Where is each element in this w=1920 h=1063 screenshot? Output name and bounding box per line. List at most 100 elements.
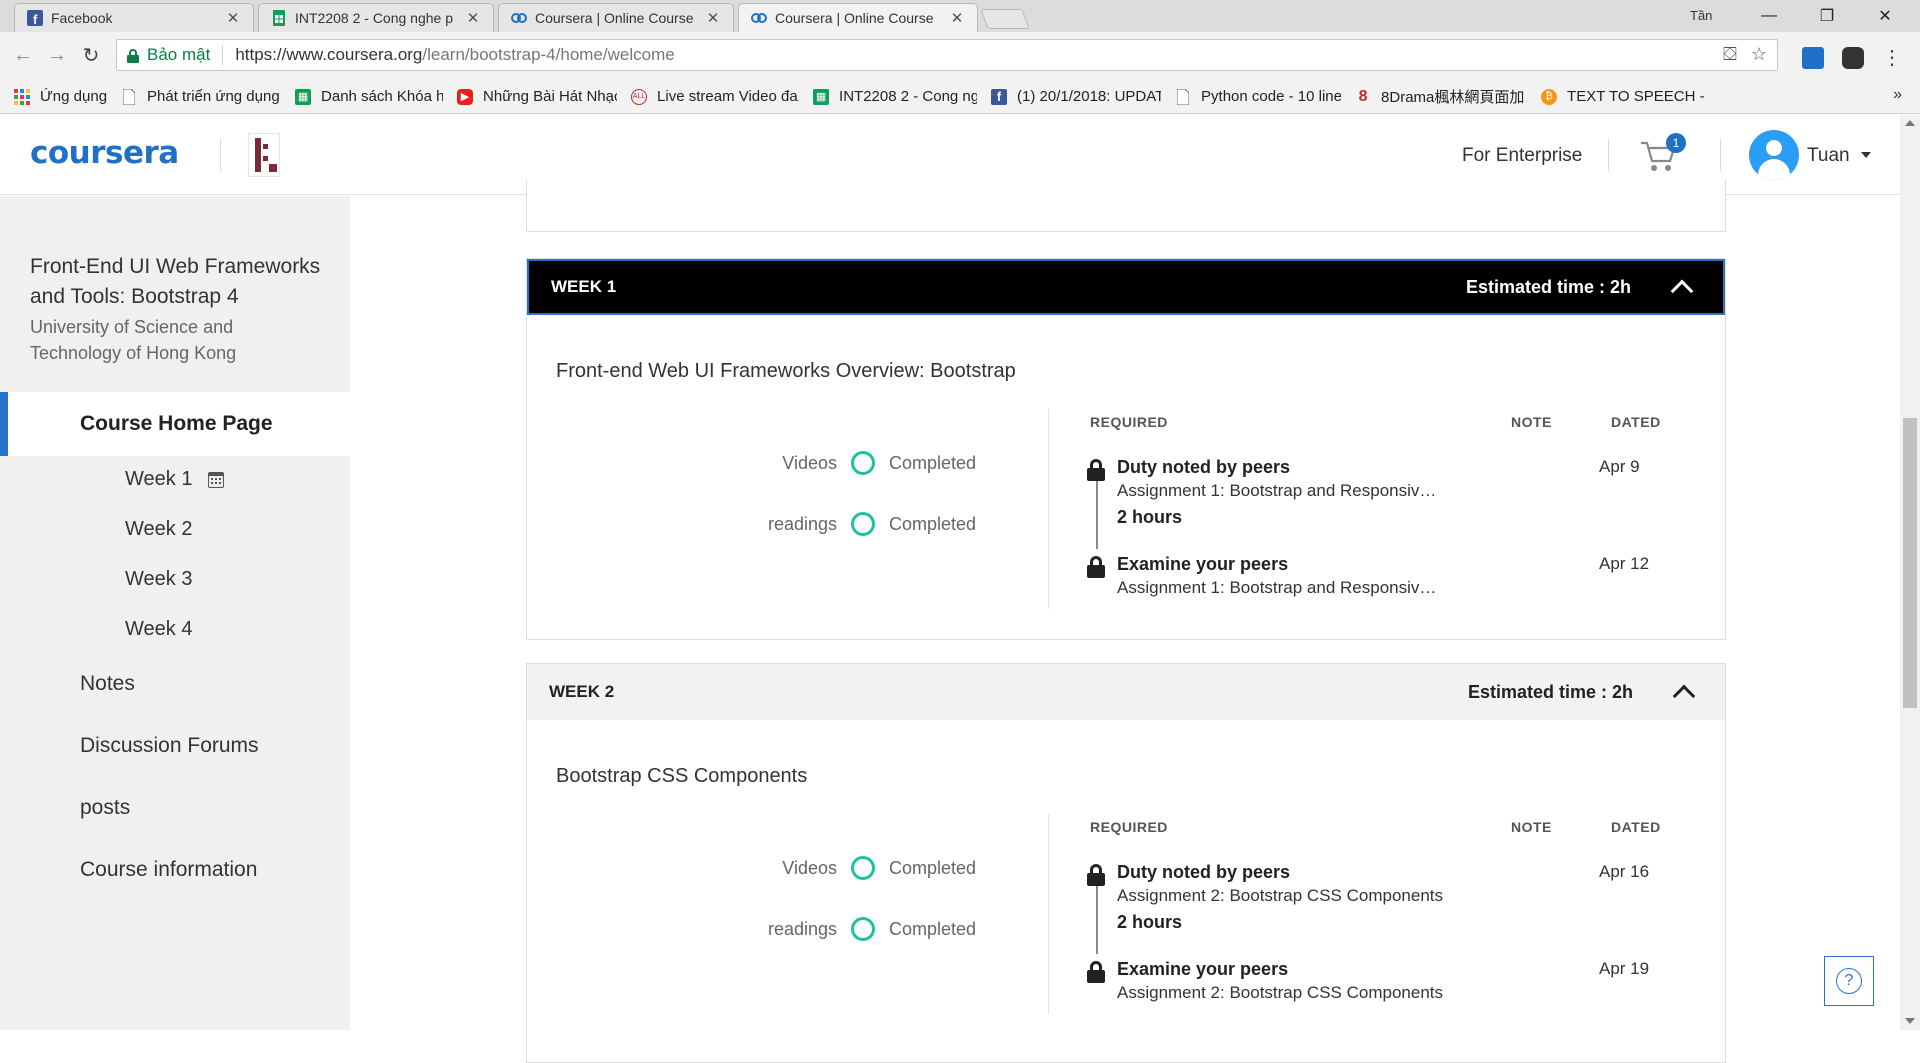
bookmark-item[interactable]: ▦ Danh sách Khóa học (295, 88, 443, 105)
close-icon[interactable]: ✕ (705, 9, 721, 27)
chevron-down-icon[interactable] (1861, 152, 1871, 158)
new-tab-button[interactable] (980, 9, 1030, 29)
url-path: /learn/bootstrap-4/home/welcome (422, 45, 675, 64)
sidebar-item-week-2[interactable]: Week 2 (125, 518, 192, 541)
back-icon[interactable]: ← (10, 42, 36, 68)
course-sidebar: Front-End UI Web Frameworks and Tools: B… (0, 196, 350, 1030)
column-header-dated: DATED (1611, 819, 1661, 835)
bookmark-label: INT2208 2 - Cong ng (839, 88, 978, 105)
sidebar-item-week-3[interactable]: Week 3 (125, 568, 192, 591)
module-title[interactable]: Bootstrap CSS Components (556, 765, 807, 788)
assignment-item[interactable]: Examine your peers Assignment 2: Bootstr… (1087, 959, 1649, 1009)
security-indicator[interactable]: Bảo mật (127, 45, 210, 65)
coursera-logo[interactable]: coursera (30, 135, 179, 171)
divider (1048, 814, 1049, 1014)
user-name[interactable]: Tuan (1807, 145, 1850, 167)
completed-ring-icon (851, 512, 875, 536)
help-button[interactable]: ? (1824, 956, 1874, 1006)
bookmark-item[interactable]: ▶ Những Bài Hát Nhạc (457, 88, 617, 105)
bookmark-item[interactable]: 8 8Drama楓林網頁面加 (1355, 86, 1527, 107)
star-icon[interactable]: ☆ (1751, 44, 1767, 65)
scroll-down-icon[interactable] (1905, 1018, 1915, 1024)
scroll-up-icon[interactable] (1905, 120, 1915, 126)
calendar-icon (208, 471, 225, 488)
progress-readings: readings Completed (757, 512, 976, 536)
assignment-hours: 2 hours (1117, 507, 1183, 527)
sidebar-item-course-home[interactable]: Course Home Page (0, 392, 350, 456)
scrollbar-thumb[interactable] (1903, 418, 1917, 708)
restore-icon[interactable]: ❐ (1804, 0, 1850, 32)
close-icon[interactable]: ✕ (225, 9, 241, 27)
progress-label: Videos (782, 857, 837, 878)
divider (220, 139, 221, 171)
previous-section-card (526, 180, 1726, 232)
translate-icon[interactable]: ⛋ (1723, 44, 1737, 65)
chevron-up-icon[interactable] (1673, 682, 1693, 702)
university-name: University of Science and Technology of … (30, 317, 237, 363)
reload-icon[interactable]: ↻ (78, 42, 104, 68)
progress-status: Completed (889, 857, 977, 878)
bookmark-item[interactable]: f (1) 20/1/2018: UPDAT (991, 88, 1161, 105)
browser-tab-sheets[interactable]: INT2208 2 - Cong nghe p ✕ (258, 3, 494, 32)
bookmark-item[interactable]: Python code - 10 line (1175, 88, 1341, 105)
extension-icon[interactable] (1802, 46, 1824, 69)
assignment-subtitle: Assignment 2: Bootstrap CSS Components (1117, 983, 1443, 1002)
lock-icon (1087, 961, 1105, 983)
address-bar[interactable]: Bảo mật https://www.coursera.org/learn/b… (116, 39, 1778, 71)
page-icon (1175, 88, 1191, 105)
minimize-icon[interactable]: — (1746, 0, 1792, 32)
youtube-icon: ▶ (457, 88, 474, 105)
module-title[interactable]: Front-end Web UI Frameworks Overview: Bo… (556, 360, 1016, 383)
browser-tab-coursera[interactable]: Coursera | Online Course ✕ (498, 3, 734, 32)
forward-icon[interactable]: → (44, 42, 70, 68)
assignment-title[interactable]: Examine your peers (1117, 554, 1288, 575)
sidebar-item-discussion-forums[interactable]: Discussion Forums (80, 734, 259, 758)
bookmark-item[interactable]: Phát triển ứng dụng v (121, 88, 281, 105)
bookmarks-more-icon[interactable]: » (1893, 86, 1902, 104)
bookmark-item[interactable]: ▦ INT2208 2 - Cong ng (813, 88, 977, 105)
close-icon[interactable]: ✕ (465, 9, 481, 27)
assignment-item[interactable]: Duty noted by peers Assignment 1: Bootst… (1087, 457, 1647, 537)
for-enterprise-link[interactable]: For Enterprise (1462, 145, 1582, 167)
assignment-title[interactable]: Duty noted by peers (1117, 457, 1290, 478)
bookmark-item[interactable]: Ứng dụng (14, 88, 107, 105)
extension-icon[interactable] (1842, 46, 1864, 69)
avatar[interactable] (1749, 130, 1799, 180)
menu-icon[interactable]: ⋮ (1882, 45, 1902, 70)
sidebar-item-course-information[interactable]: Course information (80, 858, 257, 882)
divider (222, 45, 224, 65)
assignment-title[interactable]: Duty noted by peers (1117, 862, 1290, 883)
progress-videos: Videos Completed (757, 856, 976, 880)
close-icon[interactable]: ✕ (949, 9, 965, 27)
url-text[interactable]: https://www.coursera.org/learn/bootstrap… (235, 45, 674, 65)
course-logo[interactable] (248, 133, 280, 177)
window-close-icon[interactable]: ✕ (1862, 0, 1908, 32)
sidebar-item-label: Week 3 (125, 568, 193, 590)
lock-icon (1087, 459, 1105, 481)
sidebar-item-posts[interactable]: posts (80, 796, 130, 820)
sidebar-item-week-1[interactable]: Week 1 (125, 468, 225, 491)
week-header[interactable]: WEEK 1 Estimated time : 2h (527, 259, 1725, 315)
week-card-1: WEEK 1 Estimated time : 2h Front-end Web… (526, 258, 1726, 640)
chevron-up-icon[interactable] (1671, 277, 1691, 297)
sidebar-item-week-4[interactable]: Week 4 (125, 618, 192, 641)
week-label: WEEK 1 (551, 277, 617, 296)
browser-profile-name[interactable]: Tần (1690, 8, 1712, 23)
assignment-hours: 2 hours (1117, 912, 1183, 932)
browser-tab-coursera-active[interactable]: Coursera | Online Course ✕ (738, 3, 978, 32)
progress-status: Completed (889, 918, 977, 939)
week-header[interactable]: WEEK 2 Estimated time : 2h (527, 664, 1725, 720)
lock-icon (1087, 556, 1105, 578)
browser-tab-facebook[interactable]: f Facebook ✕ (14, 3, 254, 32)
bookmark-item[interactable]: ₿ TEXT TO SPEECH - Ch (1541, 88, 1709, 105)
facebook-icon: f (991, 88, 1008, 105)
help-icon: ? (1836, 968, 1862, 994)
sidebar-item-notes[interactable]: Notes (80, 672, 135, 696)
assignment-title[interactable]: Examine your peers (1117, 959, 1288, 980)
week-label: WEEK 2 (549, 682, 615, 701)
column-header-required: REQUIRED (1090, 414, 1168, 430)
bookmark-item[interactable]: ALL Live stream Video đa (631, 88, 799, 105)
assignment-item[interactable]: Duty noted by peers Assignment 2: Bootst… (1087, 862, 1649, 942)
assignment-item[interactable]: Examine your peers Assignment 1: Bootstr… (1087, 554, 1649, 604)
bitcoin-icon: ₿ (1541, 88, 1558, 105)
